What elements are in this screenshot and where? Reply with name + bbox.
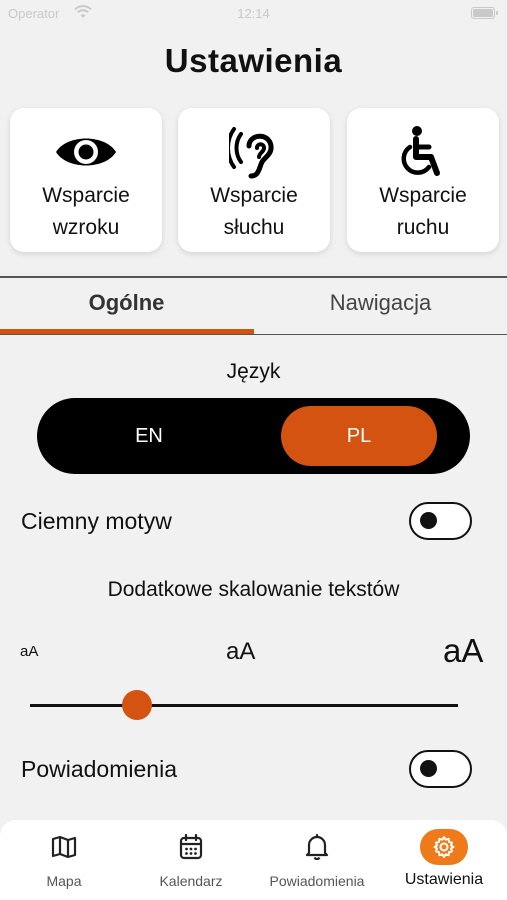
nav-label-map: Mapa	[46, 873, 82, 889]
nav-item-calendar[interactable]: Kalendarz	[128, 820, 254, 900]
text-scaling-label: Dodatkowe skalowanie tekstów	[107, 578, 400, 601]
tab-navigation[interactable]: Nawigacja	[254, 290, 507, 316]
tab-general[interactable]: Ogólne	[0, 290, 253, 316]
nav-item-map[interactable]: Mapa	[1, 820, 127, 900]
nav-label-notifications: Powiadomienia	[269, 873, 365, 889]
bottom-navigation: Mapa Kalendarz Powiadomienia Ustawienia	[0, 820, 507, 900]
hearing-support-line2: słuchu	[223, 216, 285, 239]
hearing-support-label: Wsparcie słuchu	[178, 180, 330, 244]
mobility-support-line1: Wsparcie	[379, 184, 467, 207]
hearing-support-line1: Wsparcie	[210, 184, 298, 207]
nav-label-calendar: Kalendarz	[159, 873, 223, 889]
vision-support-label: Wsparcie wzroku	[10, 180, 162, 244]
active-tab-indicator	[0, 329, 254, 334]
hearing-support-card[interactable]: Wsparcie słuchu	[178, 108, 330, 252]
nav-label-settings: Ustawienia	[404, 871, 484, 888]
text-scale-small-sample: aA	[20, 643, 39, 660]
dark-theme-label: Ciemny motyw	[21, 508, 172, 534]
eye-icon	[10, 122, 162, 182]
tabs-divider-bottom	[0, 334, 507, 335]
map-icon	[1, 832, 127, 862]
language-switch[interactable]: EN PL	[37, 398, 470, 474]
status-bar: Operator 12:14	[0, 0, 507, 28]
language-option-pl[interactable]: PL	[281, 406, 437, 466]
status-time: 12:14	[237, 6, 270, 21]
nav-item-settings[interactable]: Ustawienia	[381, 820, 507, 900]
gear-icon	[420, 829, 468, 865]
vision-support-line2: wzroku	[52, 216, 120, 239]
nav-item-notifications[interactable]: Powiadomienia	[254, 820, 380, 900]
dark-theme-toggle[interactable]	[409, 502, 472, 540]
text-scaling-slider-thumb[interactable]	[122, 690, 152, 720]
language-option-en[interactable]: EN	[71, 406, 227, 466]
bell-icon	[254, 832, 380, 862]
notifications-toggle[interactable]	[409, 750, 472, 788]
mobility-support-label: Wsparcie ruchu	[347, 180, 499, 244]
toggle-knob	[420, 512, 437, 529]
vision-support-card[interactable]: Wsparcie wzroku	[10, 108, 162, 252]
text-scaling-slider-track[interactable]	[30, 704, 458, 707]
mobility-support-card[interactable]: Wsparcie ruchu	[347, 108, 499, 252]
nav-settings-icon-wrap	[381, 829, 507, 865]
language-label: Język	[226, 360, 281, 383]
mobility-support-line2: ruchu	[396, 216, 450, 239]
notifications-label: Powiadomienia	[21, 756, 177, 782]
wheelchair-icon	[347, 122, 499, 182]
text-scale-medium-sample: aA	[226, 638, 256, 665]
ear-icon	[178, 122, 330, 182]
calendar-icon	[128, 832, 254, 862]
battery-icon	[471, 7, 498, 19]
tabs-divider-top	[0, 276, 507, 278]
text-scale-large-sample: aA	[443, 632, 484, 669]
vision-support-line1: Wsparcie	[42, 184, 130, 207]
page-title: Ustawienia	[164, 42, 343, 79]
toggle-knob	[420, 760, 437, 777]
